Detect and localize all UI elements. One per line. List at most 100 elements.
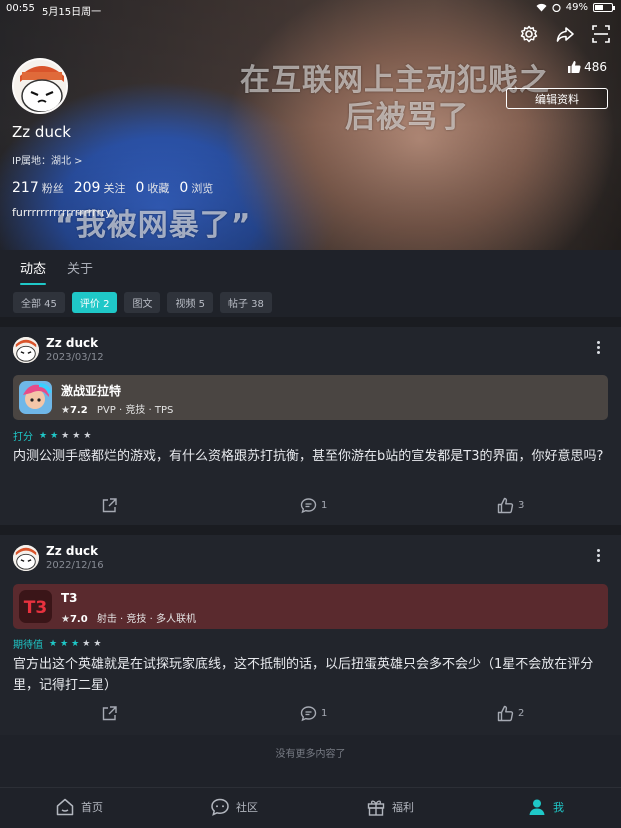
game-meta: ★7.2 PVP · 竞技 · TPS — [61, 401, 173, 416]
comment-button[interactable]: 1 — [300, 497, 327, 514]
game-icon: T3 — [19, 590, 52, 623]
filter-all[interactable]: 全部 45 — [13, 292, 65, 313]
share-out-icon — [102, 706, 117, 721]
star-icon: ★ — [49, 638, 58, 649]
settings-gear-icon[interactable] — [519, 24, 539, 44]
status-time: 00:55 — [6, 3, 35, 14]
rating-label: 期待值 — [13, 640, 43, 651]
review-text[interactable]: 官方出这个英雄就是在试探玩家底线，这不抵制的话，以后扭蛋英雄只会多不会少（1星不… — [13, 654, 613, 696]
battery-percent: 49% — [565, 2, 588, 13]
likes-count: 486 — [584, 60, 607, 74]
review-card: Zz duck 2023/03/12 激战亚拉特 ★7.2 PVP · 竞技 ·… — [0, 327, 621, 525]
filter-posts[interactable]: 帖子 38 — [220, 292, 272, 313]
like-button[interactable]: 2 — [497, 705, 524, 722]
stat-following[interactable]: 209 关注 — [74, 177, 126, 196]
comment-icon — [300, 498, 317, 514]
comment-button[interactable]: 1 — [300, 705, 327, 722]
profile-stats: 217 粉丝 209 关注 0 收藏 0 浏览 — [12, 177, 213, 196]
share-post-button[interactable] — [101, 497, 118, 514]
nav-home[interactable]: 首页 — [55, 797, 103, 817]
star-icon: ★ — [71, 638, 80, 649]
nav-community[interactable]: 社区 — [210, 797, 258, 817]
author-avatar[interactable] — [13, 337, 39, 363]
game-card[interactable]: T3 T3 ★7.0 射击 · 竞技 · 多人联机 — [13, 584, 608, 629]
game-tags: PVP · 竞技 · TPS — [96, 405, 174, 416]
nav-community-label: 社区 — [236, 801, 258, 814]
edit-profile-button[interactable]: 编辑资料 — [506, 88, 608, 109]
status-date: 5月15日周一 — [42, 7, 102, 18]
svg-text:T3: T3 — [24, 598, 47, 618]
cover-caption-line2: 后被骂了 — [345, 100, 469, 135]
status-bar: 00:55 5月15日周一 49% — [0, 0, 621, 18]
rating-row: 打分 ★ ★ ★ ★ ★ — [13, 428, 92, 444]
scan-icon[interactable] — [591, 24, 611, 44]
divider — [0, 525, 621, 535]
stat-views[interactable]: 0 浏览 — [179, 177, 213, 196]
profile-bio: furrrrrrrrrrrrrrrrrrry — [12, 206, 112, 219]
nav-benefits-label: 福利 — [392, 801, 414, 814]
star-icon: ★ — [39, 430, 48, 441]
thumbs-up-icon — [497, 705, 514, 722]
tab-about[interactable]: 关于 — [67, 258, 93, 277]
thumbs-up-icon — [568, 61, 581, 73]
more-options-icon[interactable] — [597, 341, 601, 355]
ip-location[interactable]: IP属地：湖北 > — [12, 152, 83, 167]
filter-image-text[interactable]: 图文 — [124, 292, 161, 313]
battery-icon — [593, 3, 615, 12]
chat-bubble-icon — [211, 798, 229, 816]
profile-likes: 486 — [567, 60, 607, 74]
wifi-icon — [536, 3, 547, 12]
star-icon: ★ — [61, 430, 70, 441]
post-actions: 1 2 — [0, 705, 621, 725]
profile-avatar[interactable] — [12, 58, 68, 114]
star-icon: ★ — [60, 638, 69, 649]
star-icon: ★ — [93, 638, 102, 649]
nav-me-label: 我 — [553, 801, 564, 814]
alarm-icon — [552, 3, 561, 12]
gift-icon — [367, 800, 385, 816]
star-icon: ★ — [82, 638, 91, 649]
more-options-icon[interactable] — [597, 549, 601, 563]
tab-activity[interactable]: 动态 — [20, 258, 47, 285]
like-count: 3 — [518, 500, 525, 511]
author-name[interactable]: Zz duck — [46, 544, 98, 558]
star-icon: ★ — [72, 430, 81, 441]
person-icon — [529, 799, 545, 815]
star-icon: ★ — [61, 405, 70, 416]
game-score: 7.0 — [69, 614, 88, 625]
like-button[interactable]: 3 — [497, 497, 524, 514]
profile-tabs: 动态 关于 — [0, 250, 621, 290]
game-meta: ★7.0 射击 · 竞技 · 多人联机 — [61, 610, 196, 625]
game-card[interactable]: 激战亚拉特 ★7.2 PVP · 竞技 · TPS — [13, 375, 608, 420]
nav-benefits[interactable]: 福利 — [366, 797, 414, 817]
thumbs-up-icon — [497, 497, 514, 514]
comment-count: 1 — [321, 708, 328, 719]
game-name: T3 — [61, 591, 78, 605]
star-icon: ★ — [83, 430, 92, 441]
bottom-nav: 首页 社区 福利 我 — [0, 787, 621, 828]
filter-reviews[interactable]: 评价 2 — [71, 292, 118, 313]
rating-label: 打分 — [13, 432, 33, 443]
stat-favorites[interactable]: 0 收藏 — [135, 177, 169, 196]
like-count: 2 — [518, 708, 525, 719]
review-text[interactable]: 内测公测手感都烂的游戏，有什么资格跟苏打抗衡，甚至你游在b站的宣发都是T3的界面… — [13, 446, 613, 467]
filter-chips: 全部 45 评价 2 图文 视频 5 帖子 38 — [13, 292, 272, 313]
share-post-button[interactable] — [101, 705, 118, 722]
end-of-list-text: 没有更多内容了 — [275, 749, 346, 760]
author-name[interactable]: Zz duck — [46, 336, 98, 350]
review-card: Zz duck 2022/12/16 T3 T3 ★7.0 射击 · 竞技 · … — [0, 535, 621, 735]
share-icon[interactable] — [555, 24, 575, 44]
home-icon — [56, 798, 74, 816]
game-score: 7.2 — [69, 405, 88, 416]
comment-count: 1 — [321, 500, 328, 511]
game-icon — [19, 381, 52, 414]
author-avatar[interactable] — [13, 545, 39, 571]
post-date: 2022/12/16 — [46, 560, 104, 571]
game-tags: 射击 · 竞技 · 多人联机 — [96, 614, 196, 625]
filter-videos[interactable]: 视频 5 — [167, 292, 213, 313]
nav-me[interactable]: 我 — [527, 797, 564, 817]
game-name: 激战亚拉特 — [61, 384, 122, 398]
star-icon: ★ — [61, 614, 70, 625]
stat-fans[interactable]: 217 粉丝 — [12, 177, 64, 196]
nav-home-label: 首页 — [81, 801, 103, 814]
